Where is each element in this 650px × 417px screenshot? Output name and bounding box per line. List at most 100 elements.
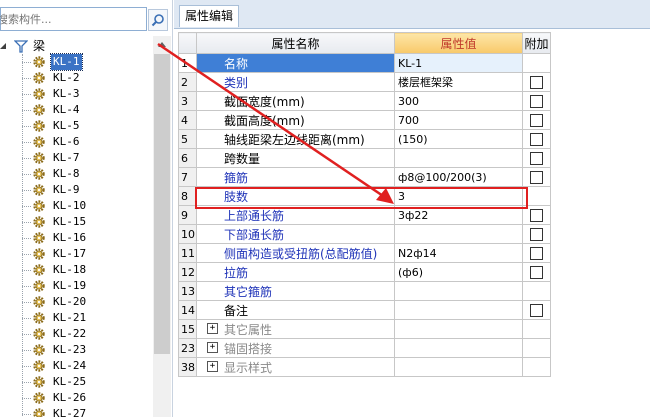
property-editor-panel: 属性编辑 属性名称 属性值 附加 1 名称 KL-1 2 类别 楼层框架梁 3 截面宽度(mm… bbox=[174, 0, 650, 417]
property-row[interactable]: 1 名称 KL-1 bbox=[178, 53, 551, 73]
component-gear-icon bbox=[33, 408, 45, 417]
property-row[interactable]: 11 侧面构造或受扭筋(总配筋值) N2ф14 bbox=[178, 243, 551, 263]
property-row[interactable]: 4 截面高度(mm) 700 bbox=[178, 110, 551, 130]
property-value[interactable]: 300 bbox=[394, 91, 523, 111]
group-label: 其它属性 bbox=[224, 322, 273, 337]
tree-scrollbar[interactable] bbox=[153, 36, 171, 417]
component-gear-icon bbox=[33, 168, 45, 180]
extra-cell bbox=[522, 224, 551, 244]
extra-checkbox[interactable] bbox=[530, 208, 543, 222]
component-gear-icon bbox=[33, 328, 45, 340]
property-value[interactable]: 3 bbox=[394, 186, 523, 206]
header-property-value[interactable]: 属性值 bbox=[394, 32, 523, 54]
header-property-name[interactable]: 属性名称 bbox=[196, 32, 395, 54]
property-row[interactable]: 14 备注 bbox=[178, 300, 551, 320]
extra-checkbox[interactable] bbox=[530, 113, 543, 127]
extra-checkbox[interactable] bbox=[530, 265, 543, 279]
property-group-row[interactable]: 15 + 其它属性 bbox=[178, 319, 551, 339]
property-row[interactable]: 2 类别 楼层框架梁 bbox=[178, 72, 551, 92]
extra-checkbox[interactable] bbox=[530, 246, 543, 260]
property-row[interactable]: 7 箍筋 ф8@100/200(3) bbox=[178, 167, 551, 187]
extra-cell bbox=[522, 186, 551, 206]
property-row[interactable]: 6 跨数量 bbox=[178, 148, 551, 168]
row-number: 7 bbox=[178, 167, 197, 187]
property-value[interactable]: ф8@100/200(3) bbox=[394, 167, 523, 187]
tree-item-label: KL-3 bbox=[53, 87, 80, 100]
extra-cell bbox=[522, 243, 551, 263]
property-row[interactable]: 8 肢数 3 bbox=[178, 186, 551, 206]
header-extra[interactable]: 附加 bbox=[522, 32, 551, 54]
tree-item-label: KL-5 bbox=[53, 119, 80, 132]
tree-item-label: KL-6 bbox=[53, 135, 80, 148]
scroll-up-icon[interactable] bbox=[158, 42, 166, 47]
search-box[interactable] bbox=[0, 7, 147, 31]
beam-category-icon bbox=[14, 40, 28, 53]
row-number: 2 bbox=[178, 72, 197, 92]
property-value[interactable]: N2ф14 bbox=[394, 243, 523, 263]
tree-item-label: KL-18 bbox=[53, 263, 87, 276]
extra-checkbox[interactable] bbox=[530, 94, 543, 108]
property-row[interactable]: 9 上部通长筋 3ф22 bbox=[178, 205, 551, 225]
extra-checkbox[interactable] bbox=[530, 75, 543, 89]
component-gear-icon bbox=[33, 184, 45, 196]
tab-property-edit[interactable]: 属性编辑 bbox=[179, 5, 240, 27]
component-gear-icon bbox=[33, 56, 45, 68]
expand-icon[interactable]: + bbox=[207, 323, 218, 334]
property-value[interactable]: 700 bbox=[394, 110, 523, 130]
property-value[interactable]: KL-1 bbox=[394, 53, 523, 73]
property-value[interactable] bbox=[394, 224, 523, 244]
search-button[interactable] bbox=[148, 9, 168, 31]
property-row[interactable]: 10 下部通长筋 bbox=[178, 224, 551, 244]
search-input[interactable] bbox=[0, 9, 137, 29]
property-group-name[interactable]: + 锚固搭接 bbox=[196, 338, 395, 358]
component-tree: 梁 KL-1 KL-2 KL-3 KL-4 KL-5 KL-6 KL-7 KL-8 KL-9 KL… bbox=[0, 36, 152, 417]
property-name: 拉筋 bbox=[196, 262, 395, 282]
tree-item-label: KL-9 bbox=[53, 183, 80, 196]
property-row[interactable]: 12 拉筋 (ф6) bbox=[178, 262, 551, 282]
tree-item-label: KL-4 bbox=[53, 103, 80, 116]
extra-cell bbox=[522, 129, 551, 149]
property-value[interactable]: 楼层框架梁 bbox=[394, 72, 523, 92]
tree-line bbox=[22, 318, 31, 319]
tree-line bbox=[22, 94, 31, 95]
property-name: 轴线距梁左边线距离(mm) bbox=[196, 129, 395, 149]
property-row[interactable]: 13 其它箍筋 bbox=[178, 281, 551, 301]
property-value[interactable] bbox=[394, 300, 523, 320]
tree-line bbox=[22, 54, 23, 417]
property-value[interactable]: (ф6) bbox=[394, 262, 523, 282]
extra-checkbox[interactable] bbox=[530, 132, 543, 146]
row-number: 15 bbox=[178, 319, 197, 339]
property-group-name[interactable]: + 显示样式 bbox=[196, 357, 395, 377]
property-value bbox=[394, 319, 523, 339]
extra-checkbox[interactable] bbox=[530, 151, 543, 165]
property-group-row[interactable]: 38 + 显示样式 bbox=[178, 357, 551, 377]
tree-root-label: 梁 bbox=[33, 39, 46, 53]
property-value[interactable] bbox=[394, 281, 523, 301]
tree-line bbox=[22, 110, 31, 111]
extra-checkbox[interactable] bbox=[530, 170, 543, 184]
tree-item-label: KL-24 bbox=[53, 359, 87, 372]
property-group-row[interactable]: 23 + 锚固搭接 bbox=[178, 338, 551, 358]
row-number: 6 bbox=[178, 148, 197, 168]
property-row[interactable]: 3 截面宽度(mm) 300 bbox=[178, 91, 551, 111]
property-value[interactable]: (150) bbox=[394, 129, 523, 149]
property-name: 名称 bbox=[196, 53, 395, 73]
property-grid: 属性名称 属性值 附加 1 名称 KL-1 2 类别 楼层框架梁 3 截面宽度(mm) 300 4… bbox=[178, 32, 551, 377]
row-number: 8 bbox=[178, 186, 197, 206]
property-name: 其它箍筋 bbox=[196, 281, 395, 301]
collapse-icon[interactable] bbox=[0, 43, 6, 49]
property-group-name[interactable]: + 其它属性 bbox=[196, 319, 395, 339]
property-row[interactable]: 5 轴线距梁左边线距离(mm) (150) bbox=[178, 129, 551, 149]
expand-icon[interactable]: + bbox=[207, 361, 218, 372]
property-value[interactable]: 3ф22 bbox=[394, 205, 523, 225]
row-number: 13 bbox=[178, 281, 197, 301]
extra-checkbox[interactable] bbox=[530, 227, 543, 241]
expand-icon[interactable]: + bbox=[207, 342, 218, 353]
group-label: 显示样式 bbox=[224, 360, 273, 375]
tree-item-label: KL-15 bbox=[53, 215, 87, 228]
tab-bar: 属性编辑 bbox=[174, 0, 650, 29]
scrollbar-thumb[interactable] bbox=[154, 54, 170, 354]
search-icon bbox=[151, 14, 164, 27]
property-value[interactable] bbox=[394, 148, 523, 168]
extra-checkbox[interactable] bbox=[530, 303, 543, 317]
